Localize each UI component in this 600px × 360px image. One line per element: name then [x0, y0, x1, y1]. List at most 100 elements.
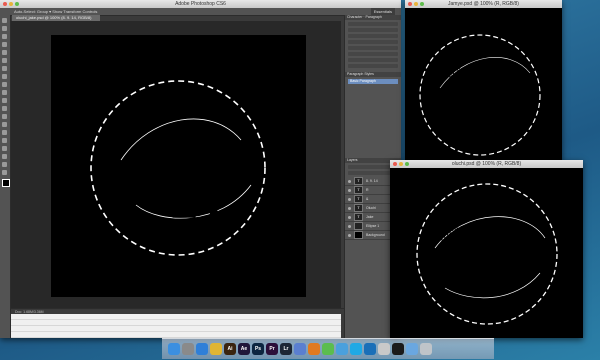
zoom-tool-icon[interactable] — [2, 170, 7, 175]
document-window-top: Jamye.psd @ 100% (R, RGB/8) Avery & P Ja… — [405, 0, 562, 162]
layer-name: 8. 9. 14 — [366, 179, 378, 183]
safari-icon[interactable] — [196, 343, 208, 355]
bottom-monogram-art: Oluchi & R Jake 8. 9. 2014 — [416, 183, 558, 325]
launchpad-icon[interactable] — [182, 343, 194, 355]
language-field[interactable] — [348, 64, 398, 68]
color-field[interactable] — [348, 52, 398, 56]
scale-field[interactable] — [348, 46, 398, 50]
minimize-icon[interactable] — [9, 2, 13, 6]
shape-tool-icon[interactable] — [2, 154, 7, 159]
marquee-tool-icon[interactable] — [2, 26, 7, 31]
main-title-bar[interactable]: Adobe Photoshop CS6 — [0, 0, 401, 8]
itunes-icon[interactable] — [294, 343, 306, 355]
healing-tool-icon[interactable] — [2, 66, 7, 71]
maps-icon[interactable] — [336, 343, 348, 355]
character-panel-header[interactable]: Character · Paragraph — [345, 15, 401, 20]
close-icon[interactable] — [3, 2, 7, 6]
lightroom-icon[interactable]: Lr — [280, 343, 292, 355]
finder-icon[interactable] — [168, 343, 180, 355]
workspace-switcher[interactable]: Essentials — [370, 8, 395, 15]
bottom-window-title: oluchi.psd @ 100% (R, RGB/8) — [451, 161, 522, 167]
shape-layer-thumbnail — [354, 222, 363, 230]
top-window-title-bar[interactable]: Jamye.psd @ 100% (R, RGB/8) — [405, 0, 562, 8]
timeline-panel — [11, 314, 341, 338]
paragraph-style-item[interactable]: Basic Paragraph — [348, 79, 398, 84]
tracking-field[interactable] — [348, 40, 398, 44]
blur-tool-icon[interactable] — [2, 114, 7, 119]
layer-name: Background — [366, 233, 385, 237]
canvas-area[interactable]: Oluchi & R Jake 8. 9. 14 — [11, 21, 341, 308]
date-text: 8. 9. 14 — [158, 231, 204, 247]
name-top: Oluchi — [428, 220, 467, 249]
layer-name: Jake — [366, 215, 374, 219]
illustrator-icon[interactable]: Ai — [224, 343, 236, 355]
zoom-icon[interactable] — [405, 162, 409, 166]
gradient-tool-icon[interactable] — [2, 106, 7, 111]
zoom-icon[interactable] — [15, 2, 19, 6]
chrome-icon[interactable] — [210, 343, 222, 355]
layer-name: & — [366, 197, 369, 201]
visibility-eye-icon[interactable] — [348, 188, 351, 192]
visibility-eye-icon[interactable] — [348, 215, 351, 219]
date-text: 8. 9. 2014 — [450, 297, 498, 311]
box-icon[interactable] — [364, 343, 376, 355]
dock: Ai Ae Ps Pr Lr — [162, 338, 494, 359]
type-layer-icon: T — [354, 204, 363, 212]
terminal-icon[interactable] — [392, 343, 404, 355]
paragraph-styles-header[interactable]: Paragraph Styles — [345, 72, 401, 77]
stamp-tool-icon[interactable] — [2, 82, 7, 87]
layers-tab[interactable]: Layers — [347, 158, 358, 162]
leading-field[interactable] — [348, 34, 398, 38]
ampersand: & — [447, 254, 469, 285]
type-layer-icon: T — [354, 195, 363, 203]
skype-icon[interactable] — [350, 343, 362, 355]
style-buttons[interactable] — [348, 58, 398, 62]
bottom-window-title-bar[interactable]: oluchi.psd @ 100% (R, RGB/8) — [390, 160, 583, 168]
minimize-icon[interactable] — [414, 2, 418, 6]
aftereffects-icon[interactable]: Ae — [238, 343, 250, 355]
hand-tool-icon[interactable] — [2, 162, 7, 167]
move-tool-icon[interactable] — [2, 18, 7, 23]
quick-select-tool-icon[interactable] — [2, 42, 7, 47]
close-icon[interactable] — [393, 162, 397, 166]
folder-icon[interactable] — [406, 343, 418, 355]
font-size-field[interactable] — [348, 28, 398, 32]
panel-spacer — [345, 86, 401, 158]
blender-icon[interactable] — [308, 343, 320, 355]
paragraph-tab[interactable]: Paragraph — [366, 15, 382, 19]
visibility-eye-icon[interactable] — [348, 224, 351, 228]
visibility-eye-icon[interactable] — [348, 233, 351, 237]
artboard[interactable]: Oluchi & R Jake 8. 9. 14 — [51, 35, 306, 297]
photoshop-icon[interactable]: Ps — [252, 343, 264, 355]
visibility-eye-icon[interactable] — [348, 179, 351, 183]
pen-tool-icon[interactable] — [2, 130, 7, 135]
premiere-icon[interactable]: Pr — [266, 343, 278, 355]
minimize-icon[interactable] — [399, 162, 403, 166]
character-tab[interactable]: Character — [347, 15, 362, 19]
top-window-title: Jamye.psd @ 100% (R, RGB/8) — [448, 1, 519, 7]
photoshop-main-window: Adobe Photoshop CS6 Auto-Select: Group ▾… — [0, 0, 401, 338]
font-family-field[interactable] — [348, 22, 398, 26]
trash-icon[interactable] — [420, 343, 432, 355]
ampersand: & — [146, 178, 173, 215]
tools-panel — [0, 15, 11, 338]
zoom-icon[interactable] — [420, 2, 424, 6]
visibility-eye-icon[interactable] — [348, 197, 351, 201]
lasso-tool-icon[interactable] — [2, 34, 7, 39]
visibility-eye-icon[interactable] — [348, 206, 351, 210]
eyedropper-tool-icon[interactable] — [2, 58, 7, 63]
type-tool-icon[interactable] — [2, 138, 7, 143]
paragraph-styles-tab[interactable]: Paragraph Styles — [347, 72, 374, 76]
crop-tool-icon[interactable] — [2, 50, 7, 55]
chat-icon[interactable] — [322, 343, 334, 355]
close-icon[interactable] — [408, 2, 412, 6]
history-brush-tool-icon[interactable] — [2, 90, 7, 95]
dodge-tool-icon[interactable] — [2, 122, 7, 127]
brush-tool-icon[interactable] — [2, 74, 7, 79]
monogram-letter: R — [172, 141, 227, 238]
foreground-color-swatch[interactable] — [2, 179, 10, 187]
preview-icon[interactable] — [378, 343, 390, 355]
name-top: Avery — [432, 61, 464, 86]
eraser-tool-icon[interactable] — [2, 98, 7, 103]
path-select-tool-icon[interactable] — [2, 146, 7, 151]
